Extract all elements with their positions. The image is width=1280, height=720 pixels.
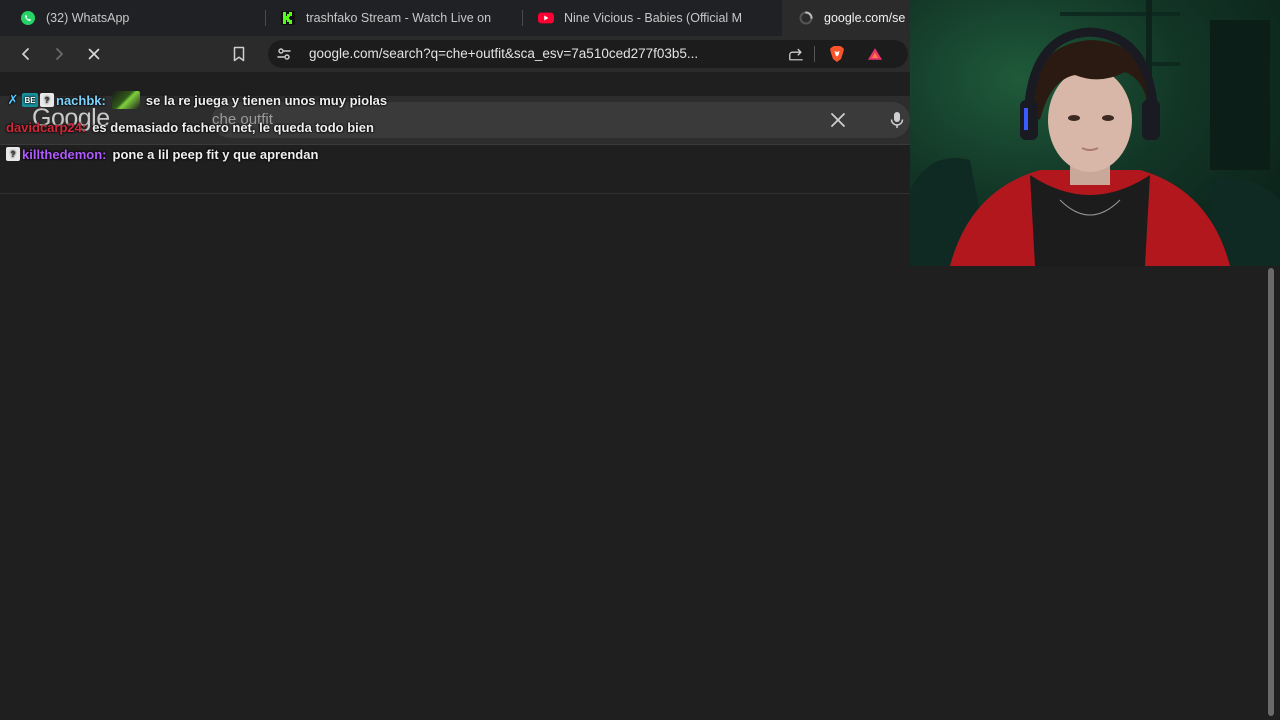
brave-shields-icon[interactable]: [829, 46, 845, 62]
tab-strip: (32) WhatsApp trashfako Stream - Watch L…: [0, 0, 910, 36]
clear-search-icon[interactable]: [829, 111, 847, 129]
bookmark-icon: [233, 46, 245, 62]
tab-kick-stream[interactable]: trashfako Stream - Watch Live on: [280, 0, 510, 36]
microphone-icon[interactable]: [887, 110, 907, 130]
whatsapp-icon: [20, 10, 36, 26]
back-button[interactable]: [14, 42, 38, 66]
missing-badge-icon: ?: [40, 93, 54, 107]
youtube-icon: [538, 10, 554, 26]
tab-youtube[interactable]: Nine Vicious - Babies (Official M: [538, 0, 768, 36]
page-scrollbar[interactable]: [1266, 266, 1276, 720]
tab-whatsapp[interactable]: (32) WhatsApp: [20, 0, 250, 36]
stop-loading-button[interactable]: [82, 42, 106, 66]
share-icon[interactable]: [788, 46, 804, 62]
chat-text: se la re juega y tienen unos muy piolas: [145, 92, 388, 108]
tab-separator: [522, 10, 523, 26]
chat-username[interactable]: davidcarp24:: [6, 120, 86, 135]
tab-separator: [265, 10, 266, 26]
missing-badge-icon: ?: [6, 147, 20, 161]
chat-text: es demasiado fachero net, le queda todo …: [92, 119, 374, 135]
tab-title: google.com/se: [824, 11, 906, 25]
chat-username[interactable]: nachbk:: [56, 93, 106, 108]
tab-google-search[interactable]: google.com/se: [782, 0, 910, 36]
chat-emote: [111, 91, 140, 109]
loading-spinner-icon: [798, 10, 814, 26]
chat-message: ? killthedemon: pone a lil peep fit y qu…: [6, 144, 318, 164]
site-settings-icon[interactable]: [276, 46, 292, 62]
url-text[interactable]: google.com/search?q=che+outfit&sca_esv=7…: [309, 46, 779, 61]
chat-message: davidcarp24: es demasiado fachero net, l…: [6, 117, 374, 137]
browser-toolbar: google.com/search?q=che+outfit&sca_esv=7…: [0, 36, 910, 72]
close-icon: [88, 48, 100, 60]
tab-title: Nine Vicious - Babies (Official M: [564, 11, 743, 25]
chat-message: ✗ BE ? nachbk: se la re juega y tienen u…: [6, 90, 387, 110]
sword-badge-icon: ✗: [7, 92, 19, 107]
forward-button[interactable]: [47, 42, 71, 66]
subscriber-badge-icon: BE: [22, 93, 38, 107]
chat-username[interactable]: killthedemon:: [22, 147, 107, 162]
chevron-left-icon: [22, 48, 29, 60]
address-bar[interactable]: google.com/search?q=che+outfit&sca_esv=7…: [268, 40, 908, 68]
streamer-webcam-image: [910, 0, 1280, 266]
kick-icon: [280, 10, 296, 26]
brave-rewards-icon[interactable]: [867, 46, 883, 62]
scrollbar-thumb[interactable]: [1268, 268, 1274, 716]
webcam-feed: [910, 0, 1280, 266]
tab-title: trashfako Stream - Watch Live on: [306, 11, 492, 25]
chat-text: pone a lil peep fit y que aprendan: [112, 146, 319, 162]
page-content: Google che outfit: [0, 72, 910, 720]
page-content-right: [910, 266, 1280, 720]
chevron-right-icon: [56, 48, 63, 60]
divider: [0, 193, 910, 194]
tab-title: (32) WhatsApp: [46, 11, 130, 25]
omnibox-divider: [814, 46, 815, 62]
bookmark-button[interactable]: [227, 42, 251, 66]
